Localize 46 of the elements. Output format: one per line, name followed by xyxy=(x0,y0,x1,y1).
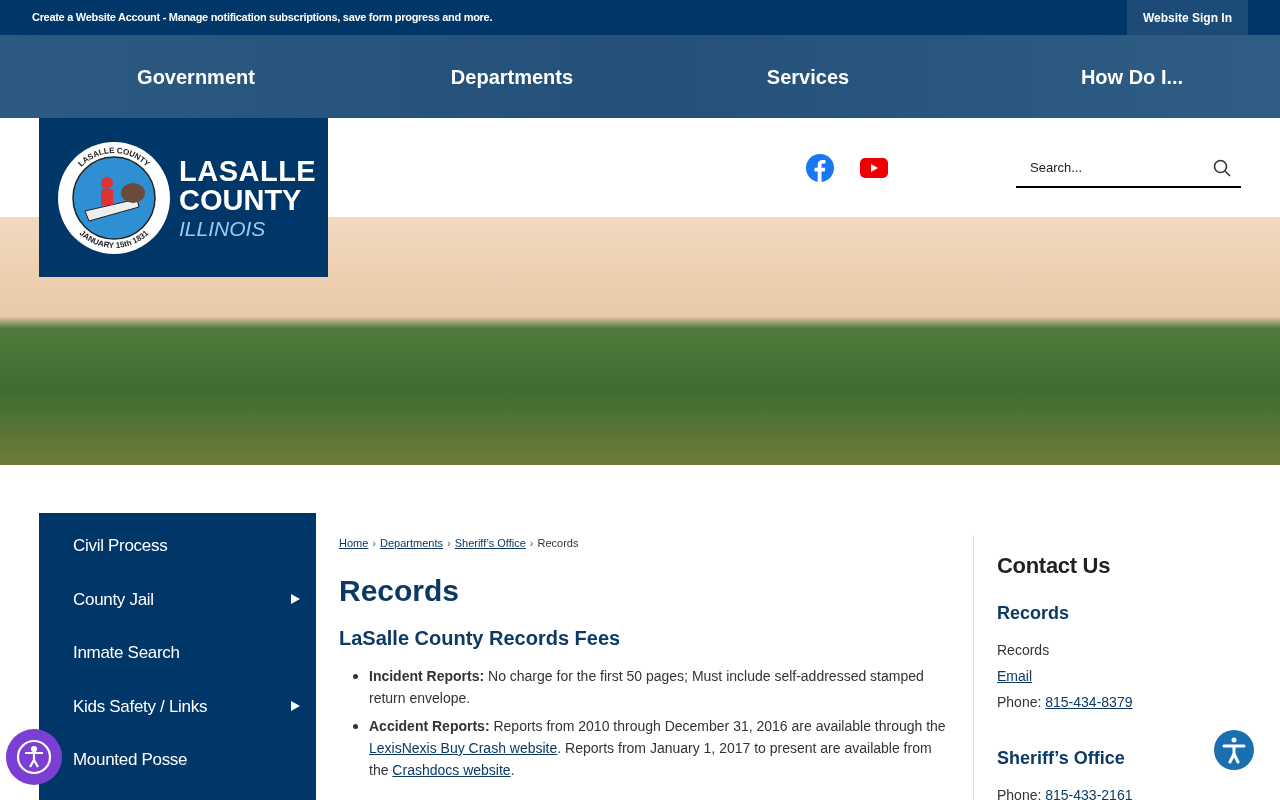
email-link[interactable]: Email xyxy=(997,668,1032,684)
text-link[interactable]: LexisNexis Buy Crash website xyxy=(369,739,558,756)
youtube-icon[interactable] xyxy=(860,158,888,178)
page-title: Records xyxy=(339,572,461,609)
contact-group-heading: Sheriff’s Office xyxy=(997,747,1125,770)
contact-text: Records xyxy=(997,641,1051,660)
sidebar-item[interactable]: Kids Safety / Links xyxy=(73,693,208,719)
contact-heading: Contact Us xyxy=(997,552,1112,580)
breadcrumb-link[interactable]: Sheriff’s Office xyxy=(454,535,526,552)
list-item-text: Incident Reports: No charge for the first 50 pages; Must include self-addressed stamped return envelope. xyxy=(369,664,953,709)
text-link[interactable]: Crashdocs website xyxy=(392,761,511,778)
nav-link[interactable]: Services xyxy=(766,61,850,92)
accessibility-button[interactable] xyxy=(1214,730,1254,770)
accessibility-icon xyxy=(1220,736,1248,764)
breadcrumb-current: Records xyxy=(537,536,579,551)
accessibility-icon xyxy=(16,739,52,775)
phone-label: Phone: xyxy=(997,786,1043,800)
nav-link[interactable]: Government xyxy=(137,61,255,92)
section-heading: LaSalle County Records Fees xyxy=(339,625,622,651)
list-item-text: Accident Reports: Reports from 2010 through December 31, 2016 are available through the LexisNexis Buy Crash website. Reports from January 1, 2017 to present are available from the Crashdocs website. xyxy=(369,714,953,781)
contact-group-heading: Records xyxy=(997,602,1070,625)
breadcrumb-link[interactable]: Departments xyxy=(380,535,443,552)
search-icon[interactable] xyxy=(1213,159,1231,177)
logo-text: COUNTY xyxy=(179,185,303,215)
bullet-icon xyxy=(353,673,358,679)
search-field[interactable]: Search... xyxy=(1016,148,1241,188)
breadcrumb-separator: › xyxy=(447,536,451,551)
phone-link[interactable]: 815-433-2161 xyxy=(1045,782,1133,800)
sign-in-button[interactable]: Website Sign In xyxy=(1126,0,1248,35)
phone-link[interactable]: 815-434-8379 xyxy=(1045,689,1133,715)
bullet-icon xyxy=(353,723,358,729)
sidebar-item[interactable]: County Jail xyxy=(73,586,154,612)
facebook-icon[interactable] xyxy=(806,154,834,182)
sidebar-item[interactable]: Inmate Search xyxy=(73,640,180,666)
sidebar-item[interactable]: Civil Process xyxy=(73,533,168,559)
nav-link[interactable]: How Do I... xyxy=(1080,61,1184,92)
breadcrumb-separator: › xyxy=(529,536,534,551)
phone-label: Phone: xyxy=(997,693,1043,712)
logo-text: LASALLE xyxy=(179,156,317,186)
breadcrumb-link[interactable]: Home xyxy=(339,535,369,552)
logo-subtitle: ILLINOIS xyxy=(179,217,267,239)
sidebar-item[interactable]: Mounted Posse xyxy=(73,747,188,773)
account-message[interactable]: Create a Website Account - Manage notification subscriptions, save form progress and more. xyxy=(32,9,493,26)
nav-link[interactable]: Departments xyxy=(450,61,574,92)
breadcrumb-separator: › xyxy=(372,536,376,551)
accessibility-button[interactable] xyxy=(6,729,62,785)
